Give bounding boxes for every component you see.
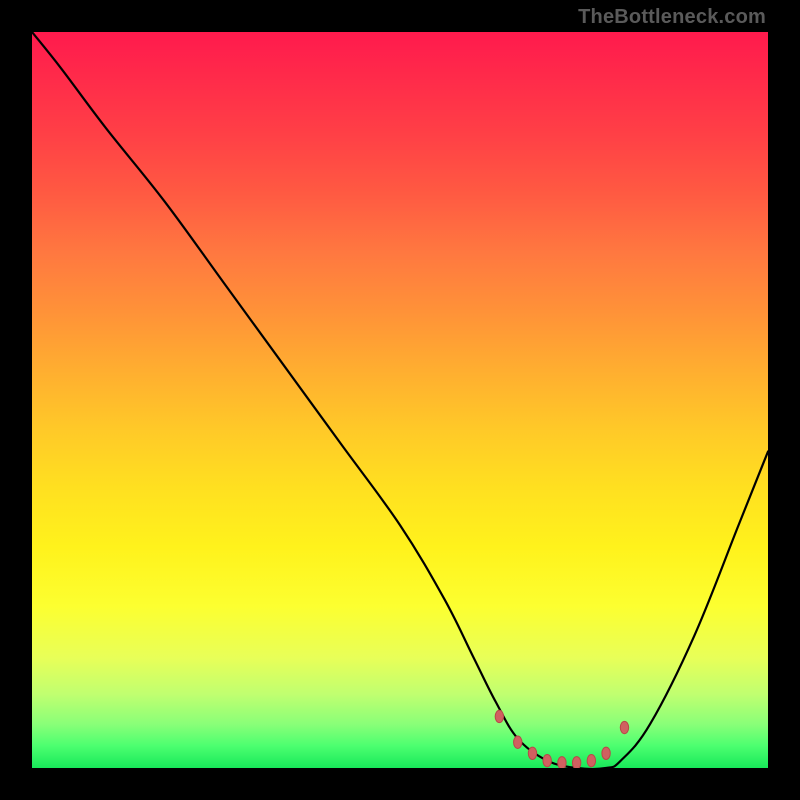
range-marker [620, 721, 628, 733]
chart-frame: TheBottleneck.com [0, 0, 800, 800]
range-marker [495, 710, 503, 722]
range-marker [543, 754, 551, 766]
range-marker [572, 757, 580, 768]
bottleneck-curve [32, 32, 768, 768]
range-marker [558, 757, 566, 768]
range-marker [602, 747, 610, 759]
watermark-label: TheBottleneck.com [578, 6, 766, 29]
range-marker [514, 736, 522, 748]
optimal-range-markers [495, 710, 629, 768]
range-marker [528, 747, 536, 759]
range-marker [587, 754, 595, 766]
plot-area [32, 32, 768, 768]
curve-layer [32, 32, 768, 768]
